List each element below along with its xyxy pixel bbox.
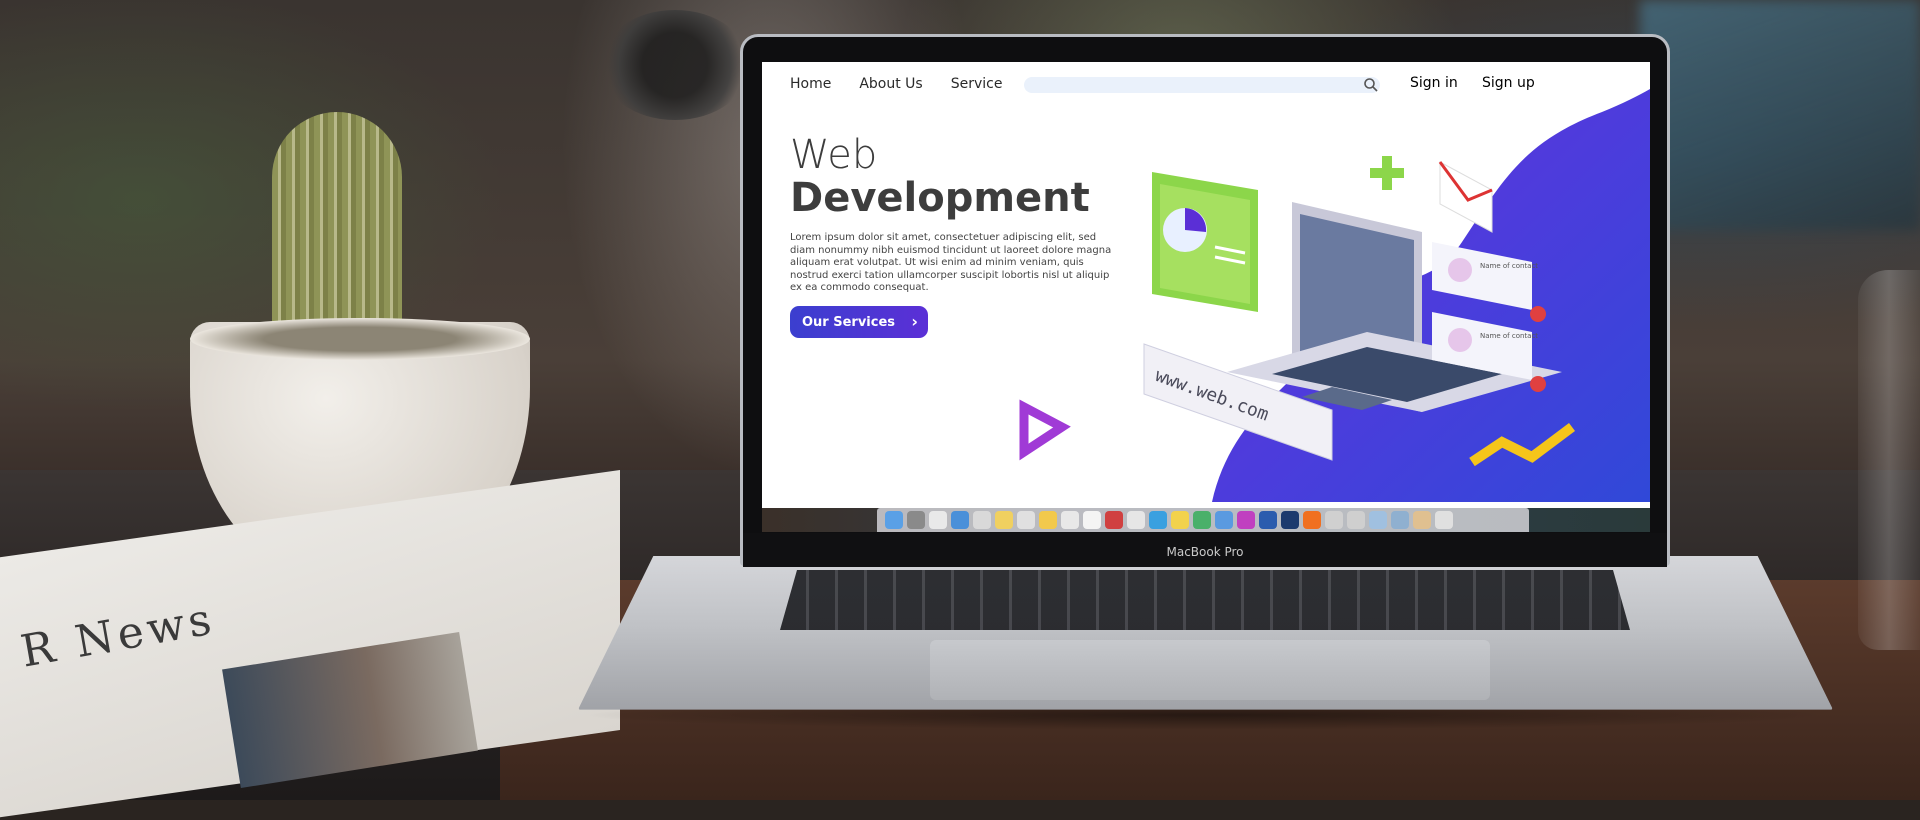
dock-app-icon[interactable] — [1303, 511, 1321, 529]
dock-app-icon[interactable] — [1061, 511, 1079, 529]
dock-app-icon[interactable] — [1347, 511, 1365, 529]
hero-title-line-1: Web — [790, 132, 878, 178]
dock-app-icon[interactable] — [1083, 511, 1101, 529]
dock-app-icon[interactable] — [929, 511, 947, 529]
background-window — [1640, 0, 1920, 230]
dock-app-icon[interactable] — [1325, 511, 1343, 529]
chart-card-icon — [1152, 172, 1258, 312]
svg-text:Name of contact: Name of contact — [1480, 332, 1538, 340]
dock-app-icon[interactable] — [1259, 511, 1277, 529]
chevron-right-icon: › — [911, 312, 918, 331]
dock-app-icon[interactable] — [907, 511, 925, 529]
laptop-screen: Home About Us Service Sign in Sign up We… — [762, 62, 1650, 532]
laptop-trackpad — [930, 640, 1490, 700]
hero-illustration: Name of contact Name of contact www.web.… — [1019, 89, 1650, 502]
cactus — [272, 112, 402, 352]
dock-app-icon[interactable] — [1105, 511, 1123, 529]
our-services-label: Our Services — [802, 314, 896, 330]
nav-home[interactable]: Home — [790, 76, 831, 92]
dock-app-icon[interactable] — [1127, 511, 1145, 529]
dock-app-icon[interactable] — [1369, 511, 1387, 529]
dock-app-icon[interactable] — [973, 511, 991, 529]
nav-service[interactable]: Service — [951, 76, 1003, 92]
dock-app-icon[interactable] — [1215, 511, 1233, 529]
dock-app-icon[interactable] — [1017, 511, 1035, 529]
dock-app-icon[interactable] — [1193, 511, 1211, 529]
glass-bottle — [1858, 270, 1920, 650]
dock-app-icon[interactable] — [1171, 511, 1189, 529]
dock-app-icon[interactable] — [1149, 511, 1167, 529]
play-icon — [1019, 399, 1071, 461]
dock-app-icon[interactable] — [1039, 511, 1057, 529]
svg-text:Name of contact: Name of contact — [1480, 262, 1538, 270]
dock-app-icon[interactable] — [1237, 511, 1255, 529]
dock-app-icon[interactable] — [1413, 511, 1431, 529]
laptop-keyboard — [780, 570, 1630, 630]
plus-icon — [1370, 156, 1404, 190]
nav-about-us[interactable]: About Us — [859, 76, 922, 92]
plant-pot-rim — [190, 318, 530, 360]
our-services-button[interactable]: Our Services › — [790, 306, 928, 338]
mac-dock — [877, 508, 1529, 532]
mail-icon — [1438, 161, 1493, 233]
dock-app-icon[interactable] — [951, 511, 969, 529]
background-speaker — [600, 10, 750, 120]
dock-app-icon[interactable] — [1435, 511, 1453, 529]
dock-app-icon[interactable] — [1281, 511, 1299, 529]
dock-app-icon[interactable] — [885, 511, 903, 529]
dock-app-icon[interactable] — [995, 511, 1013, 529]
dock-app-icon[interactable] — [1391, 511, 1409, 529]
laptop-brand-label: MacBook Pro — [1166, 545, 1244, 559]
